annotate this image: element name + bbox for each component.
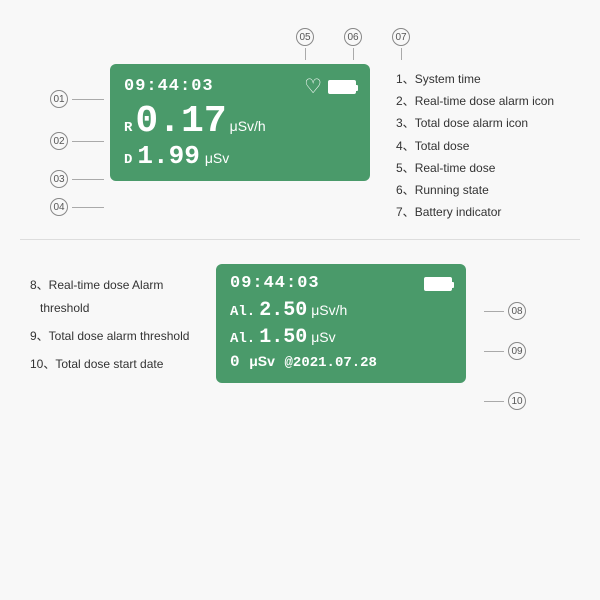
alarm2-label: Al. bbox=[230, 331, 255, 347]
callout-05: 05 bbox=[296, 28, 314, 46]
alarm2-unit: μSv bbox=[311, 329, 335, 345]
alarm1-label: Al. bbox=[230, 304, 255, 320]
callout-06: 06 bbox=[344, 28, 362, 46]
start-value: 0 μSv @2021.07.28 bbox=[230, 353, 377, 371]
start-date: @2021.07.28 bbox=[285, 355, 377, 371]
legend-item-2: 2、Real-time dose alarm icon bbox=[396, 90, 554, 112]
top-legend: 1、System time 2、Real-time dose alarm ico… bbox=[396, 58, 554, 223]
legend-item-3: 3、Total dose alarm icon bbox=[396, 112, 554, 134]
legend-item-4: 4、Total dose bbox=[396, 135, 554, 157]
legend-item-10: 10、Total dose start date bbox=[30, 353, 200, 375]
callout-09: 09 bbox=[508, 342, 526, 360]
realtime-label: R bbox=[124, 120, 132, 136]
legend-item-8: 8、Real-time dose Alarm threshold bbox=[30, 274, 200, 318]
realtime-value: 0.17 bbox=[135, 103, 226, 141]
callout-03: 03 bbox=[50, 170, 68, 188]
legend-item-1: 1、System time bbox=[396, 68, 554, 90]
total-value: 1.99 bbox=[137, 143, 199, 169]
bottom-screen-time: 09:44:03 bbox=[230, 274, 320, 293]
heart-icon: ♡ bbox=[304, 74, 322, 99]
callout-10: 10 bbox=[508, 392, 526, 410]
top-screen-time: 09:44:03 bbox=[124, 77, 214, 96]
realtime-unit: μSv/h bbox=[230, 118, 266, 134]
callout-02: 02 bbox=[50, 132, 68, 150]
start-unit: μSv bbox=[249, 353, 275, 369]
legend-item-6: 6、Running state bbox=[396, 179, 554, 201]
callout-08: 08 bbox=[508, 302, 526, 320]
bottom-legend: 8、Real-time dose Alarm threshold 9、Total… bbox=[30, 264, 200, 375]
callout-01: 01 bbox=[50, 90, 68, 108]
total-label: D bbox=[124, 152, 132, 168]
legend-item-5: 5、Real-time dose bbox=[396, 157, 554, 179]
bottom-screen: 09:44:03 Al. 2.50 μSv/h Al. 1.50 μSv 0 μ… bbox=[216, 264, 466, 383]
legend-item-9: 9、Total dose alarm threshold bbox=[30, 325, 200, 347]
total-unit: μSv bbox=[205, 150, 229, 166]
top-screen: 09:44:03 ♡ R 0.17 μSv/h bbox=[110, 64, 370, 181]
legend-item-7: 7、Battery indicator bbox=[396, 201, 554, 223]
callout-07: 07 bbox=[392, 28, 410, 46]
alarm1-unit: μSv/h bbox=[311, 302, 347, 318]
alarm1-value: 2.50 bbox=[259, 299, 307, 322]
alarm2-value: 1.50 bbox=[259, 326, 307, 349]
callout-04: 04 bbox=[50, 198, 68, 216]
